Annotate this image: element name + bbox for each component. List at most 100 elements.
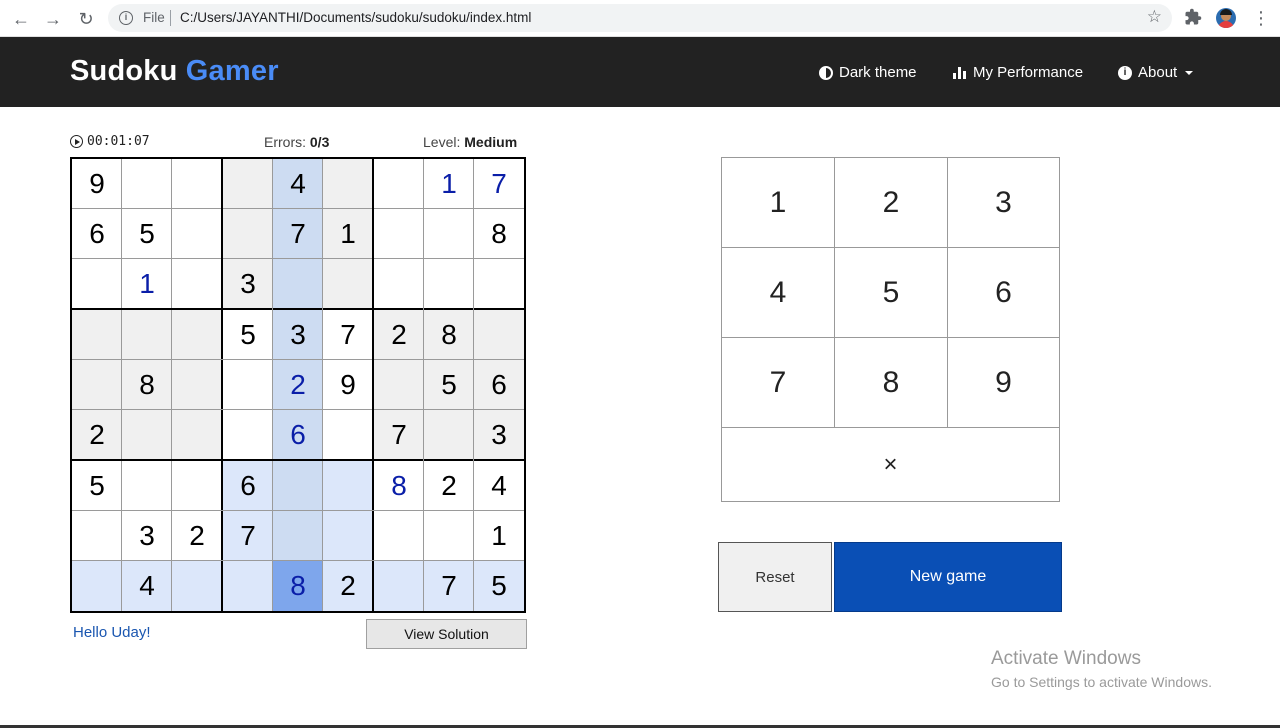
sudoku-cell[interactable]	[72, 360, 122, 410]
sudoku-cell[interactable]: 7	[474, 159, 524, 209]
sudoku-cell[interactable]: 7	[323, 310, 373, 360]
sudoku-cell[interactable]: 3	[122, 511, 172, 561]
sudoku-cell[interactable]: 1	[122, 259, 172, 309]
sudoku-cell[interactable]: 8	[424, 310, 474, 360]
sudoku-cell[interactable]	[424, 259, 474, 309]
sudoku-cell[interactable]: 5	[424, 360, 474, 410]
sudoku-cell[interactable]	[374, 159, 424, 209]
brand-logo[interactable]: Sudoku Gamer	[70, 55, 279, 88]
sudoku-cell[interactable]	[72, 259, 122, 309]
nav-dark-theme[interactable]: Dark theme	[819, 64, 917, 81]
sudoku-cell[interactable]: 2	[273, 360, 323, 410]
profile-avatar[interactable]	[1216, 8, 1236, 28]
sudoku-cell[interactable]	[122, 461, 172, 511]
forward-arrow-icon[interactable]: →	[42, 8, 64, 30]
sudoku-cell[interactable]	[172, 360, 222, 410]
sudoku-cell[interactable]	[122, 410, 172, 460]
sudoku-cell[interactable]: 5	[72, 461, 122, 511]
sudoku-cell[interactable]: 5	[474, 561, 524, 611]
sudoku-cell[interactable]	[172, 561, 222, 611]
sudoku-cell[interactable]	[172, 310, 222, 360]
digit-key-4[interactable]: 4	[722, 248, 835, 338]
sudoku-cell[interactable]: 2	[72, 410, 122, 460]
sudoku-cell[interactable]: 6	[223, 461, 273, 511]
sudoku-cell[interactable]	[223, 209, 273, 259]
digit-key-8[interactable]: 8	[835, 338, 948, 428]
sudoku-cell[interactable]: 7	[273, 209, 323, 259]
sudoku-cell[interactable]	[273, 461, 323, 511]
sudoku-cell[interactable]	[223, 360, 273, 410]
digit-key-3[interactable]: 3	[948, 158, 1059, 248]
sudoku-cell[interactable]: 1	[424, 159, 474, 209]
sudoku-cell[interactable]	[172, 159, 222, 209]
sudoku-cell[interactable]: 9	[323, 360, 373, 410]
sudoku-cell[interactable]: 4	[273, 159, 323, 209]
sudoku-cell[interactable]	[323, 410, 373, 460]
sudoku-cell[interactable]	[374, 561, 424, 611]
reset-button[interactable]: Reset	[718, 542, 832, 612]
sudoku-cell[interactable]	[72, 310, 122, 360]
sudoku-cell[interactable]	[172, 259, 222, 309]
address-bar[interactable]: i File C:/Users/JAYANTHI/Documents/sudok…	[108, 4, 1172, 32]
url-text[interactable]: C:/Users/JAYANTHI/Documents/sudoku/sudok…	[180, 10, 531, 25]
sudoku-cell[interactable]	[374, 511, 424, 561]
extensions-puzzle-icon[interactable]	[1184, 8, 1204, 28]
sudoku-cell[interactable]	[122, 159, 172, 209]
sudoku-cell[interactable]: 2	[424, 461, 474, 511]
sudoku-cell[interactable]: 1	[323, 209, 373, 259]
sudoku-cell[interactable]: 7	[223, 511, 273, 561]
sudoku-cell[interactable]: 5	[122, 209, 172, 259]
back-arrow-icon[interactable]: ←	[10, 8, 32, 30]
info-icon[interactable]: i	[119, 11, 133, 25]
sudoku-cell[interactable]	[172, 410, 222, 460]
digit-key-7[interactable]: 7	[722, 338, 835, 428]
browser-menu-icon[interactable]: ⋮	[1252, 8, 1270, 28]
sudoku-cell[interactable]: 8	[474, 209, 524, 259]
sudoku-cell[interactable]	[374, 209, 424, 259]
sudoku-cell[interactable]: 2	[323, 561, 373, 611]
sudoku-cell[interactable]	[474, 259, 524, 309]
sudoku-cell[interactable]: 4	[122, 561, 172, 611]
sudoku-cell[interactable]: 7	[374, 410, 424, 460]
sudoku-cell[interactable]	[273, 259, 323, 309]
sudoku-cell[interactable]: 2	[374, 310, 424, 360]
erase-button[interactable]: ×	[722, 428, 1059, 501]
sudoku-cell[interactable]	[374, 259, 424, 309]
sudoku-cell[interactable]	[223, 410, 273, 460]
sudoku-cell[interactable]: 8	[374, 461, 424, 511]
sudoku-cell[interactable]	[424, 410, 474, 460]
sudoku-cell[interactable]	[424, 209, 474, 259]
nav-my-performance[interactable]: My Performance	[953, 64, 1083, 81]
sudoku-cell[interactable]: 3	[223, 259, 273, 309]
digit-key-1[interactable]: 1	[722, 158, 835, 248]
nav-about-dropdown[interactable]: i About	[1118, 64, 1194, 81]
sudoku-cell[interactable]: 8	[122, 360, 172, 410]
digit-key-6[interactable]: 6	[948, 248, 1059, 338]
sudoku-cell[interactable]	[122, 310, 172, 360]
sudoku-cell[interactable]: 7	[424, 561, 474, 611]
sudoku-cell[interactable]	[424, 511, 474, 561]
sudoku-cell[interactable]: 6	[474, 360, 524, 410]
reload-icon[interactable]: ↻	[75, 8, 97, 30]
view-solution-button[interactable]: View Solution	[366, 619, 527, 649]
sudoku-cell[interactable]	[72, 561, 122, 611]
sudoku-cell[interactable]	[273, 511, 323, 561]
sudoku-cell[interactable]	[374, 360, 424, 410]
sudoku-cell[interactable]: 4	[474, 461, 524, 511]
digit-key-2[interactable]: 2	[835, 158, 948, 248]
sudoku-cell[interactable]: 8	[273, 561, 323, 611]
sudoku-cell[interactable]	[72, 511, 122, 561]
bookmark-star-icon[interactable]: ☆	[1147, 7, 1162, 27]
digit-key-5[interactable]: 5	[835, 248, 948, 338]
sudoku-cell[interactable]: 3	[273, 310, 323, 360]
sudoku-cell[interactable]: 5	[223, 310, 273, 360]
sudoku-cell[interactable]	[474, 310, 524, 360]
digit-key-9[interactable]: 9	[948, 338, 1059, 428]
new-game-button[interactable]: New game	[834, 542, 1062, 612]
sudoku-cell[interactable]: 6	[273, 410, 323, 460]
sudoku-cell[interactable]	[323, 511, 373, 561]
sudoku-cell[interactable]	[323, 259, 373, 309]
sudoku-cell[interactable]	[223, 159, 273, 209]
sudoku-cell[interactable]: 2	[172, 511, 222, 561]
sudoku-cell[interactable]	[323, 159, 373, 209]
